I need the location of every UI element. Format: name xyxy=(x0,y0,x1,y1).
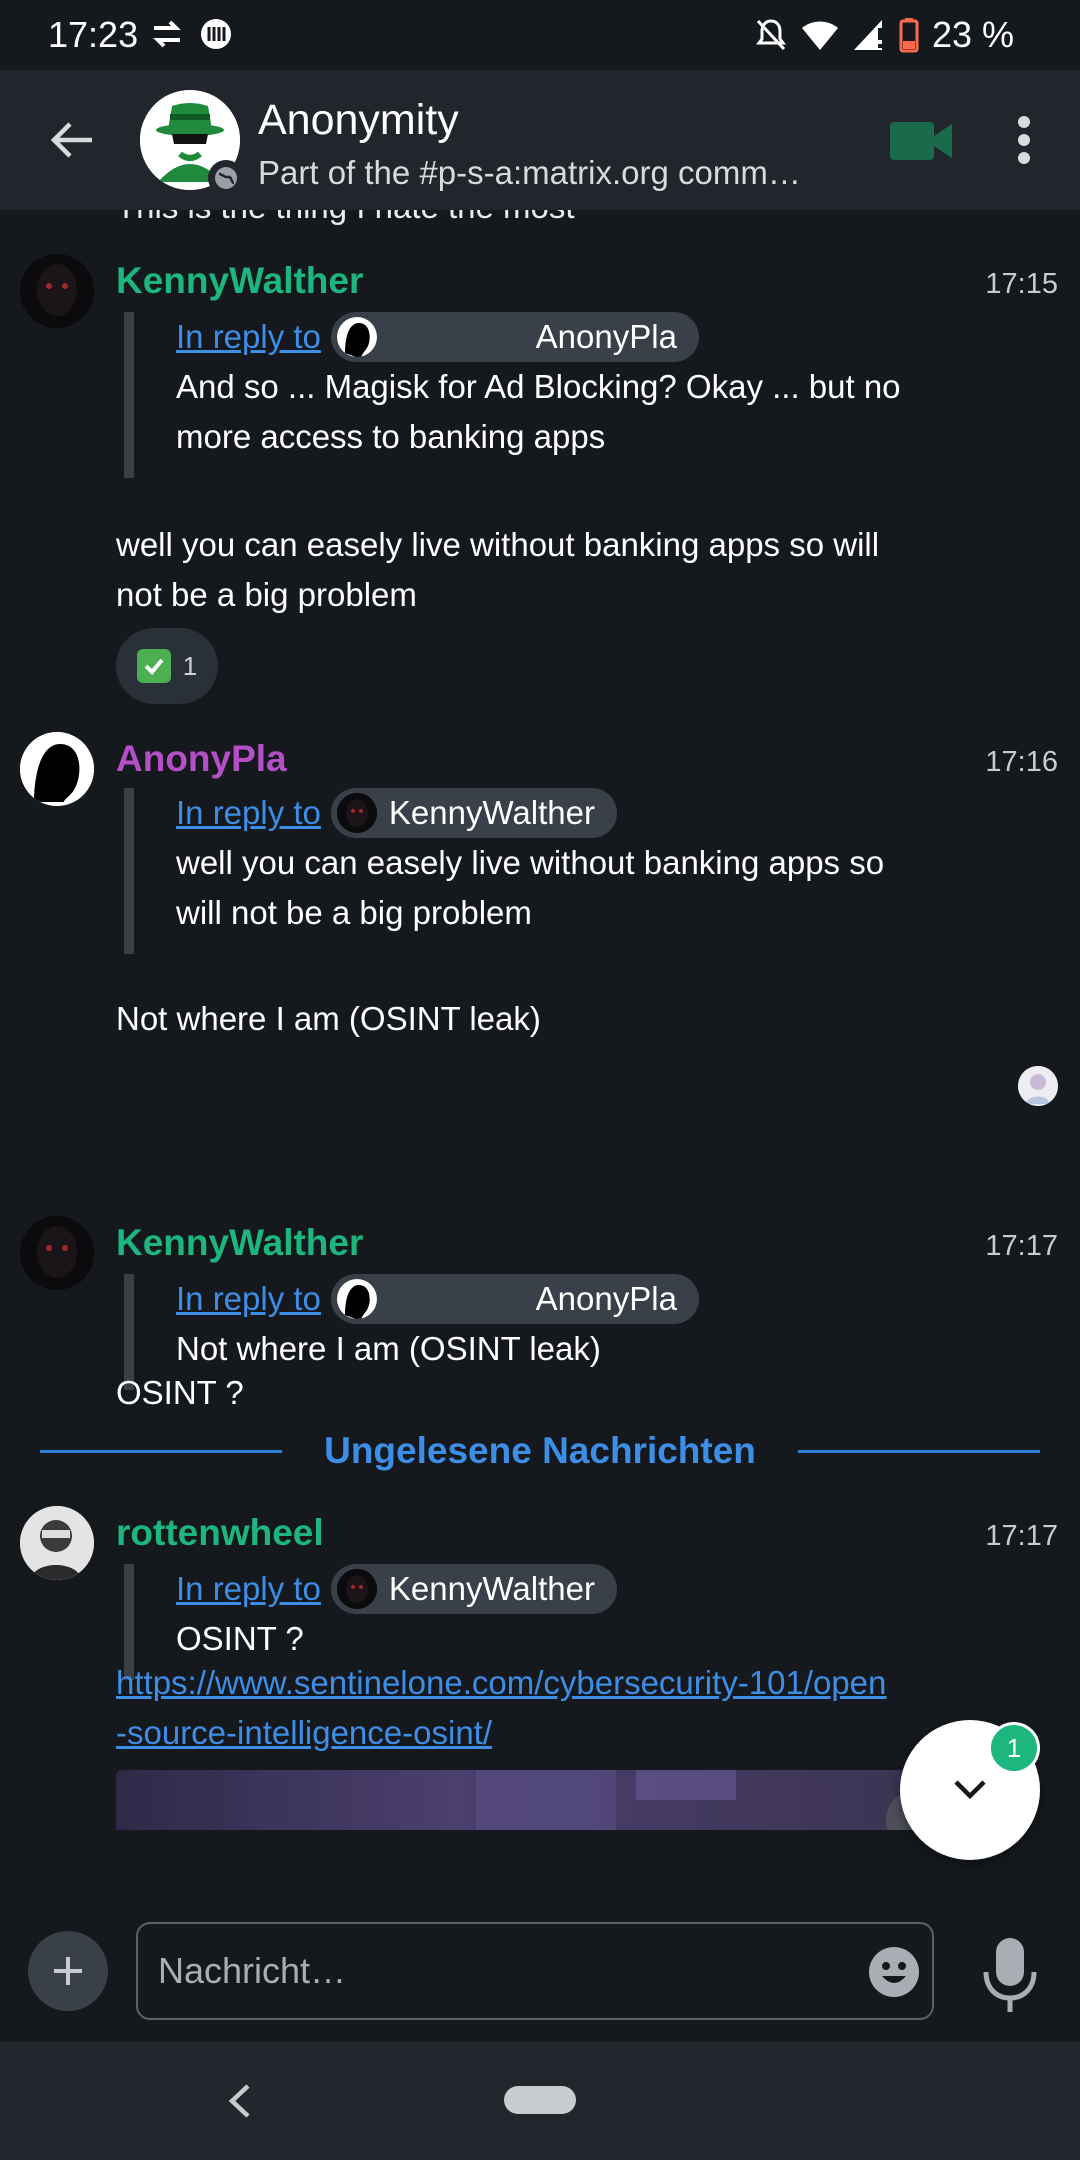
pill-avatar xyxy=(336,317,377,357)
message-composer xyxy=(0,1900,1080,2042)
attach-button[interactable] xyxy=(28,1931,108,2011)
voice-message-button[interactable] xyxy=(980,1936,1040,2016)
clipped-message: This is the thing I hate the most xyxy=(116,210,575,226)
message-time: 17:16 xyxy=(985,746,1058,778)
battery-icon xyxy=(899,18,919,53)
status-right-icons: 23 % xyxy=(754,14,1014,56)
check-mark-icon xyxy=(136,649,171,683)
chevron-left-icon xyxy=(228,2084,250,2118)
plus-icon xyxy=(54,1957,82,1985)
message-timeline[interactable]: This is the thing I hate the most KennyW… xyxy=(0,210,1080,1900)
reply-text: more access to banking apps xyxy=(176,418,606,455)
in-reply-to-link[interactable]: In reply to xyxy=(176,1570,321,1608)
url-preview-image[interactable] xyxy=(116,1770,960,1830)
user-pill[interactable]: KennyWalther xyxy=(330,788,617,838)
reply-text: well you can easely live without banking… xyxy=(176,844,885,881)
masked-avatar-icon xyxy=(20,254,94,328)
sender-name[interactable]: KennyWalther xyxy=(116,1222,363,1264)
message-line: well you can easely live without banking… xyxy=(116,526,880,563)
message-input-box[interactable] xyxy=(136,1922,934,2020)
receipt-avatar-icon xyxy=(1018,1066,1058,1106)
silhouette-avatar-icon xyxy=(20,732,94,806)
nav-back-button[interactable] xyxy=(220,2078,260,2124)
pill-avatar xyxy=(336,1569,377,1609)
message-time: 17:17 xyxy=(985,1520,1058,1552)
pill-avatar xyxy=(336,1279,377,1319)
message-line: not be a big problem xyxy=(116,576,417,613)
message-body: OSINT ? xyxy=(116,1374,244,1411)
signal-icon xyxy=(853,20,882,50)
avatar[interactable] xyxy=(20,254,94,328)
wifi-icon xyxy=(801,21,838,50)
pill-username: KennyWalther xyxy=(388,794,595,831)
preview-image xyxy=(476,1770,946,1830)
room-subtitle[interactable]: Part of the #p-s-a:matrix.org comm… xyxy=(258,154,838,192)
url-line[interactable]: -source-intelligence-osint/ xyxy=(116,1708,936,1758)
unread-divider: Ungelesene Nachrichten xyxy=(40,1426,1040,1476)
reply-text: will not be a big problem xyxy=(176,894,532,931)
data-transfer-icon xyxy=(153,20,181,48)
divider-line xyxy=(797,1449,1040,1453)
read-receipt-avatar[interactable] xyxy=(1018,1066,1058,1106)
video-camera-icon xyxy=(890,122,952,160)
system-navigation-bar xyxy=(0,2042,1080,2160)
app-notification-icon xyxy=(201,19,231,49)
more-vert-icon xyxy=(1018,116,1030,164)
arrow-back-icon xyxy=(50,122,92,158)
nav-home-pill[interactable] xyxy=(504,2086,576,2114)
unread-label: Ungelesene Nachrichten xyxy=(324,1430,756,1471)
message-body: Not where I am (OSINT leak) xyxy=(116,1000,541,1037)
reply-quote[interactable]: In reply to AnonyPla And so ... Magisk f… xyxy=(124,312,974,478)
reply-text: OSINT ? xyxy=(176,1620,304,1657)
in-reply-to-link[interactable]: In reply to xyxy=(176,794,321,832)
microphone-icon xyxy=(983,1938,1037,2012)
video-call-button[interactable] xyxy=(888,116,954,166)
status-left-icons xyxy=(150,16,234,52)
user-pill[interactable]: KennyWalther xyxy=(330,1564,617,1614)
more-options-button[interactable] xyxy=(1004,110,1044,170)
user-pill[interactable]: AnonyPla xyxy=(330,312,699,362)
reaction-count: 1 xyxy=(182,650,198,681)
message-time: 17:15 xyxy=(985,268,1058,300)
unread-count-badge: 1 xyxy=(988,1722,1040,1774)
avatar[interactable] xyxy=(20,1506,94,1580)
reply-text: Not where I am (OSINT leak) xyxy=(176,1330,601,1367)
pill-username: AnonyPla xyxy=(535,318,677,355)
space-badge xyxy=(208,160,244,196)
status-bar: 17:23 23 % xyxy=(0,0,1080,70)
room-title[interactable]: Anonymity xyxy=(258,96,459,145)
reply-text: And so ... Magisk for Ad Blocking? Okay … xyxy=(176,368,901,405)
reaction-chip[interactable]: 1 xyxy=(116,628,218,704)
in-reply-to-link[interactable]: In reply to xyxy=(176,318,321,356)
url-link[interactable]: https://www.sentinelone.com/cybersecurit… xyxy=(116,1658,936,1758)
avatar[interactable] xyxy=(20,1216,94,1290)
bell-off-icon xyxy=(755,19,786,51)
user-pill[interactable]: AnonyPla xyxy=(330,1274,699,1324)
emoji-icon xyxy=(869,1947,919,1997)
url-line[interactable]: https://www.sentinelone.com/cybersecurit… xyxy=(116,1658,936,1708)
sender-name[interactable]: AnonyPla xyxy=(116,738,287,780)
sketch-avatar-icon xyxy=(20,1506,94,1580)
sender-name[interactable]: rottenwheel xyxy=(116,1512,324,1554)
in-reply-to-link[interactable]: In reply to xyxy=(176,1280,321,1318)
status-time: 17:23 xyxy=(48,14,139,55)
battery-percent: 23 % xyxy=(931,14,1014,55)
reply-quote[interactable]: In reply to KennyWalther well you can ea… xyxy=(124,788,974,954)
globe-icon xyxy=(215,167,237,189)
pill-avatar xyxy=(336,793,377,833)
room-header: Anonymity Part of the #p-s-a:matrix.org … xyxy=(0,70,1080,210)
back-button[interactable] xyxy=(40,108,104,172)
masked-avatar-icon xyxy=(20,1216,94,1290)
emoji-button[interactable] xyxy=(868,1946,920,1998)
message-input[interactable] xyxy=(158,1924,818,2018)
message-time: 17:17 xyxy=(985,1230,1058,1262)
sender-name[interactable]: KennyWalther xyxy=(116,260,363,302)
pill-username: KennyWalther xyxy=(388,1570,595,1607)
chevron-down-icon xyxy=(954,1780,986,1800)
divider-line xyxy=(40,1449,283,1453)
message-body: well you can easely live without banking… xyxy=(116,520,976,620)
pill-username: AnonyPla xyxy=(535,1280,677,1317)
avatar[interactable] xyxy=(20,732,94,806)
